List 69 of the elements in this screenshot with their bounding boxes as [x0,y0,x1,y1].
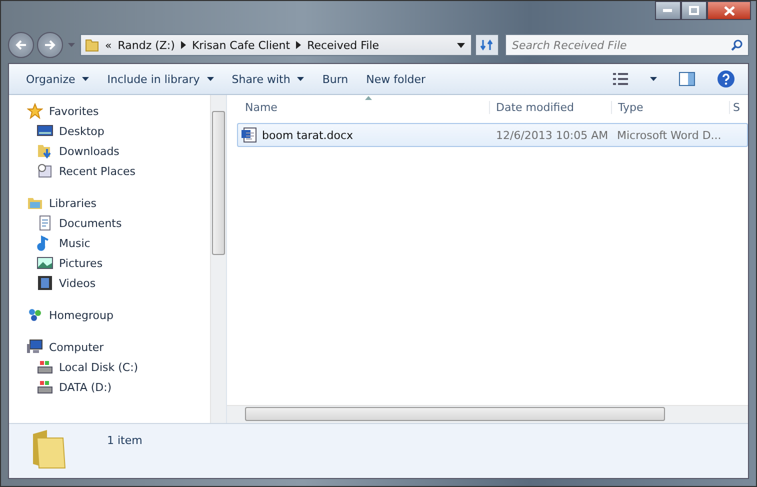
star-icon [27,103,43,119]
caret-icon [650,77,657,81]
scrollbar-thumb[interactable] [245,407,665,421]
documents-icon [37,215,53,231]
sort-arrow-icon [365,96,372,100]
forward-button[interactable] [37,32,63,58]
nav-item[interactable]: Homegroup [9,305,210,325]
search-icon [731,39,743,51]
breadcrumb[interactable]: Krisan Cafe Client [192,38,290,52]
vertical-scrollbar[interactable] [210,95,226,423]
item-count: 1 item [107,434,142,447]
videos-icon [37,275,53,291]
help-icon [717,70,735,88]
disk-icon [37,379,53,395]
back-arrow-icon [14,39,28,51]
desktop-icon [37,123,53,139]
minimize-button[interactable] [655,1,681,20]
column-header[interactable]: Name [227,100,489,114]
document-icon [241,127,257,143]
minimize-icon [663,8,673,12]
dropdown-icon[interactable] [457,42,465,48]
chevron-icon [296,41,302,49]
toolbar-button[interactable]: Burn [313,68,358,90]
toolbar-button[interactable]: Organize [17,68,98,90]
address-bar[interactable]: « Randz (Z:) Krisan Cafe Client Received File [80,34,472,56]
search-field[interactable]: Search Received File [505,34,749,56]
scrollbar-thumb[interactable] [212,111,225,255]
forward-arrow-icon [43,39,57,51]
date-cell-text: 12/6/2013 10:05 AM [495,128,610,142]
nav-item[interactable]: Libraries [9,193,210,213]
downloads-icon [37,143,53,159]
column-header[interactable]: Date modified [489,100,611,114]
nav-item[interactable]: Downloads [9,141,210,161]
nav-item[interactable]: Pictures [9,253,210,273]
back-button[interactable] [8,32,34,58]
details-view-icon [613,73,629,85]
nav-item[interactable]: Documents [9,213,210,233]
chevron-icon [180,41,186,49]
toolbar-button[interactable]: New folder [357,68,435,90]
folder-icon [85,38,99,52]
nav-item[interactable]: Recent Places [9,161,210,181]
toolbar-button[interactable]: Include in library [98,68,223,90]
nav-item[interactable]: Desktop [9,121,210,141]
toolbar-button[interactable]: Share with [222,68,314,90]
nav-item[interactable]: DATA (D:) [9,377,210,397]
computer-icon [27,339,43,355]
maximize-icon [689,6,699,15]
nav-item[interactable]: Music [9,233,210,253]
preview-pane-icon [679,72,695,86]
close-icon [724,6,734,16]
disk-icon [37,359,53,375]
file-row[interactable]: boom tarat.docx 12/6/2013 10:05 AM Microsoft Word D... [237,123,748,147]
refresh-button[interactable] [475,34,499,56]
nav-item[interactable]: Computer [9,337,210,357]
column-header[interactable]: Type [611,100,729,114]
horizontal-scrollbar[interactable] [227,405,748,423]
nav-item[interactable]: Videos [9,273,210,293]
breadcrumb[interactable]: Randz (Z:) [118,38,175,52]
column-header[interactable]: S [729,100,743,114]
file-name: boom tarat.docx [262,128,354,142]
breadcrumb[interactable]: Received File [307,38,380,52]
refresh-arrows-icon [480,38,494,52]
pictures-icon [37,255,53,271]
maximize-button[interactable] [681,1,707,20]
nav-item[interactable]: Local Disk (C:) [9,357,210,377]
nav-item[interactable]: Favorites [9,101,210,121]
breadcrumb[interactable]: « [105,38,112,52]
close-button[interactable] [707,1,751,20]
type-cell-text: Microsoft Word D... [616,128,722,142]
